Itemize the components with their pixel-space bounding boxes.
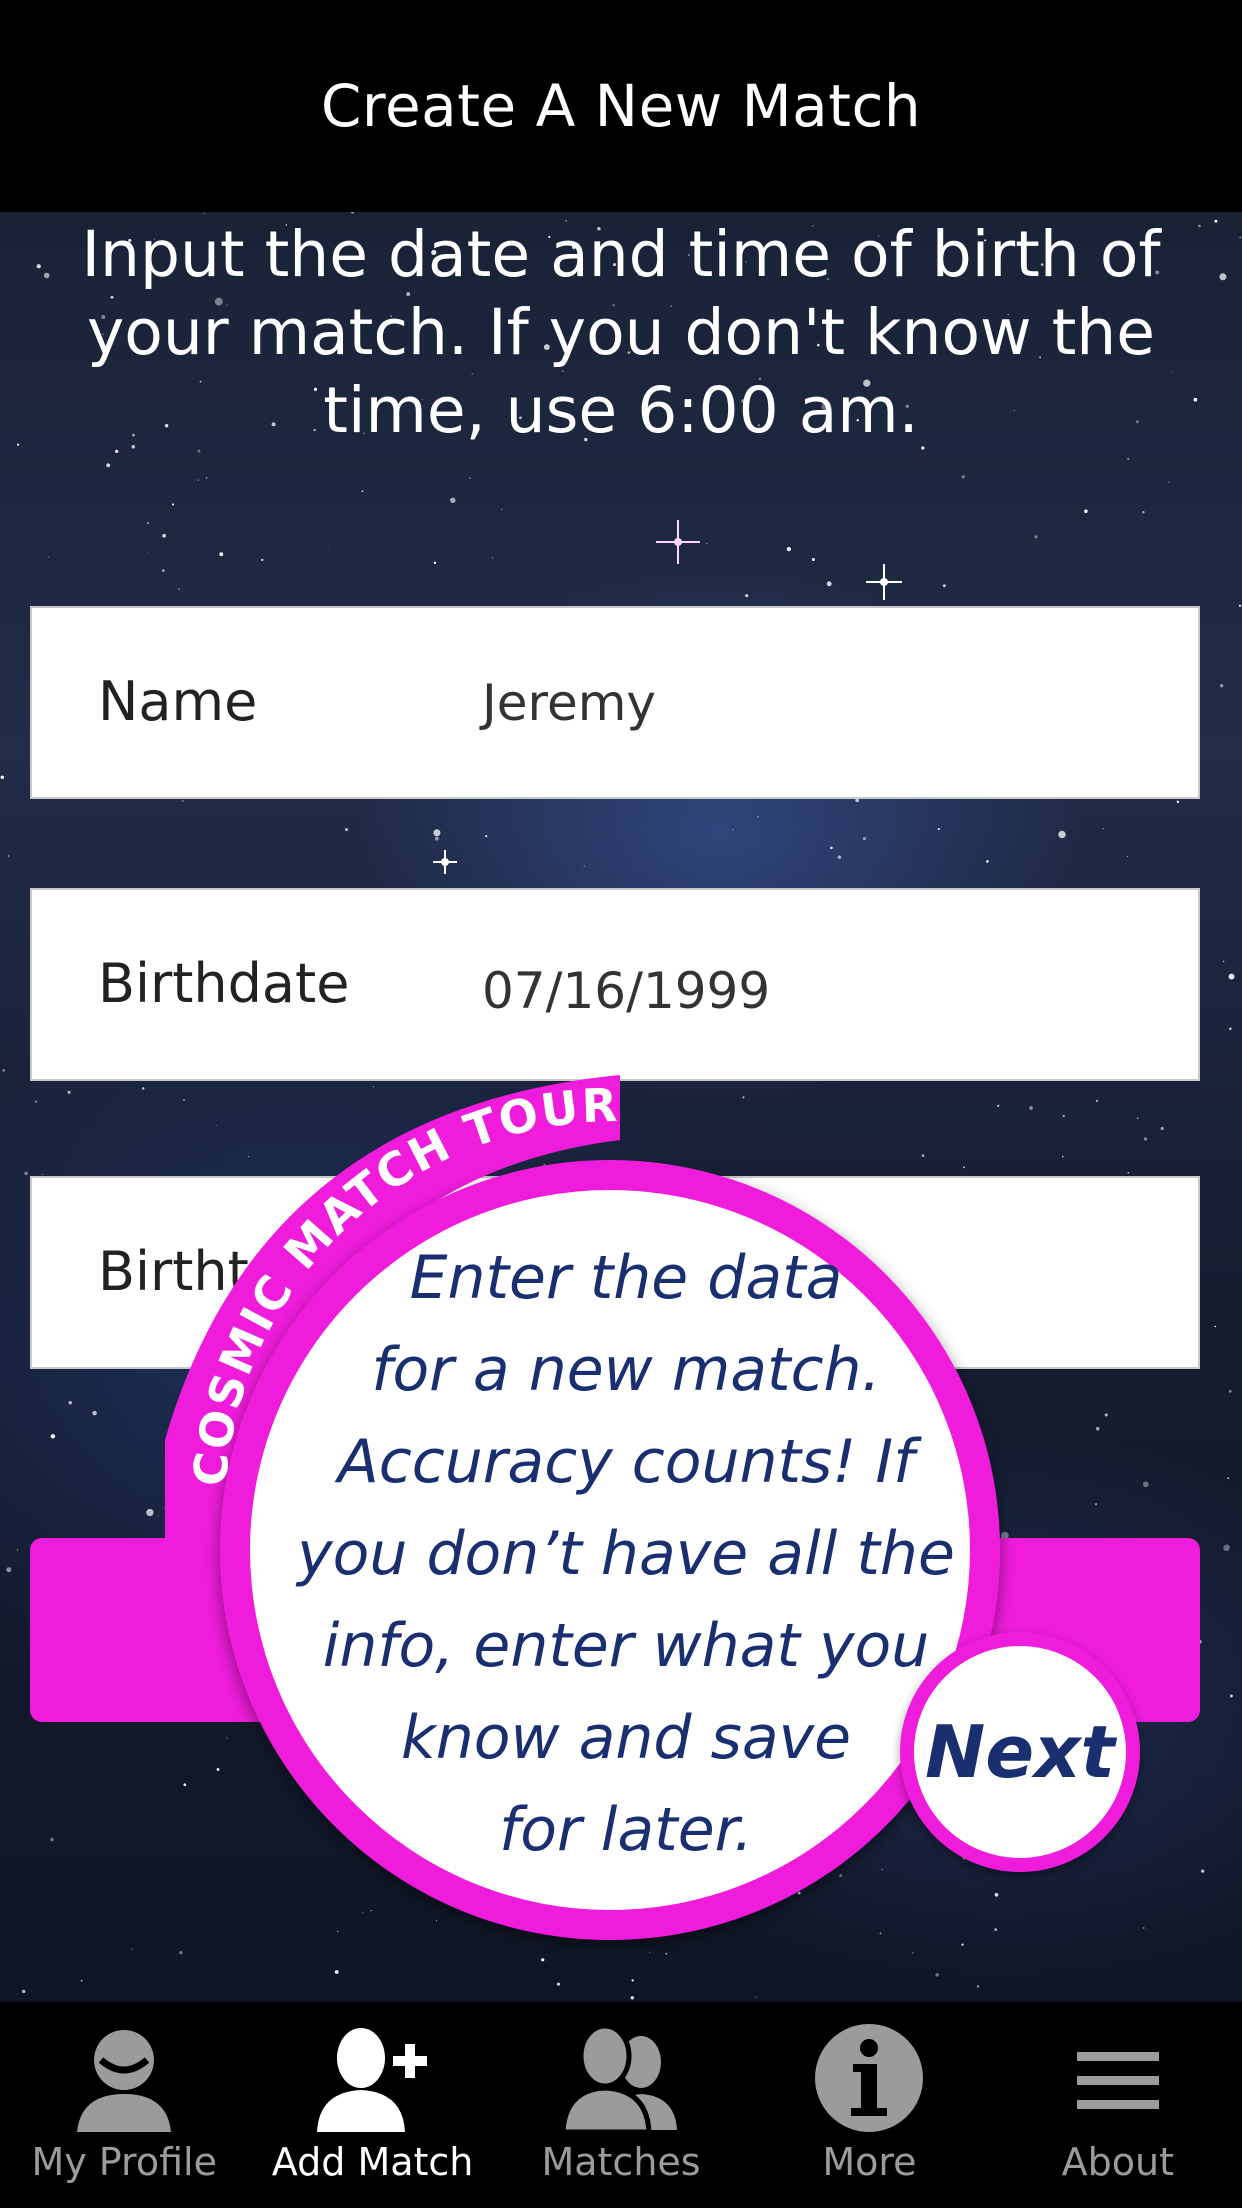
tab-label: My Profile [31,2140,217,2184]
add-user-icon [316,2028,427,2132]
tour-message-line: you don’t have all the [297,1519,955,1589]
tab-matches[interactable]: Matches [497,2002,745,2208]
tab-label: About [1061,2140,1174,2184]
tour-message-line: info, enter what you [322,1611,930,1681]
tab-about[interactable]: About [994,2002,1242,2208]
tour-message: Enter the data for a new match. Accuracy… [256,1232,996,1876]
tour-next-label: Next [925,1710,1115,1794]
profile-icon [77,2030,172,2132]
tab-add-match[interactable]: Add Match [248,2002,496,2208]
bottom-tab-bar: My Profile Add Match Matches More About [0,2002,1242,2208]
tab-label: Matches [541,2140,701,2184]
tour-message-line: know and save [400,1703,852,1773]
tour-message-line: Accuracy counts! If [337,1427,915,1497]
tour-message-line: for a new match. [371,1335,881,1405]
tour-message-line: for later. [499,1795,753,1865]
tab-my-profile[interactable]: My Profile [0,2002,248,2208]
menu-icon [1076,2052,1159,2109]
tab-label: Add Match [271,2140,474,2184]
tour-next-button[interactable]: Next [900,1632,1140,1872]
tab-more[interactable]: More [745,2002,993,2208]
tour-message-line: Enter the data [409,1243,843,1313]
tab-label: More [822,2140,917,2184]
tour-overlay: COSMIC MATCH TOUR [165,1075,1000,1940]
users-icon [561,2023,678,2132]
info-icon [815,2024,924,2132]
